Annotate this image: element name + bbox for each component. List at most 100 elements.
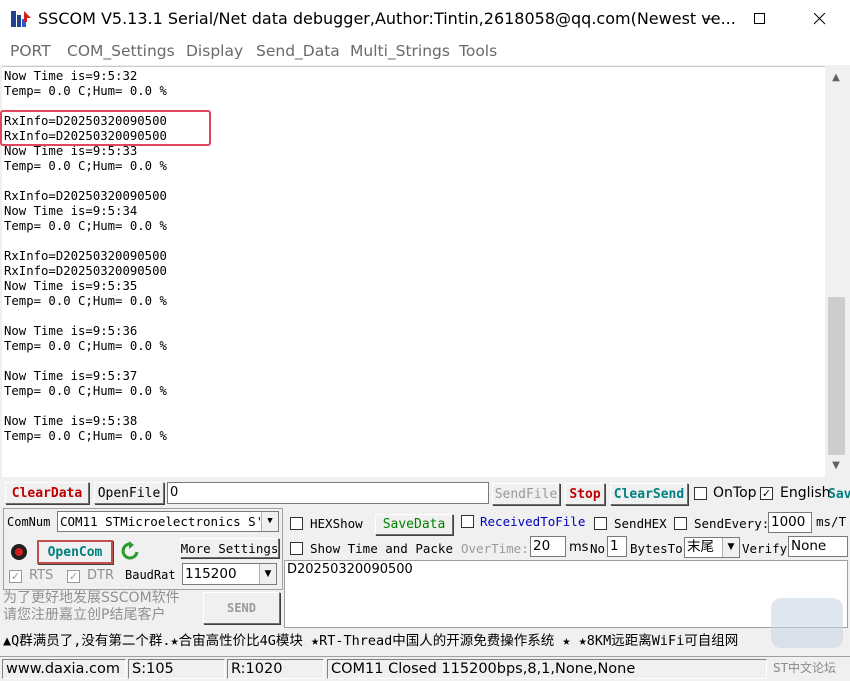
receive-line: Now Time is=9:5:34 <box>4 204 138 218</box>
close-button[interactable] <box>792 0 848 38</box>
receive-line: Temp= 0.0 C;Hum= 0.0 % <box>4 339 167 353</box>
app-logo-icon <box>11 11 31 27</box>
no-label: No <box>590 541 606 556</box>
save-data-button[interactable]: SaveData <box>375 514 453 535</box>
promo-text[interactable]: 为了更好地发展SSCOM软件 请您注册嘉立创P结尾客户 <box>3 590 199 626</box>
bytes-to-select[interactable]: 末尾 ▼ <box>684 537 740 558</box>
news-ticker[interactable]: ▲Q群满员了,没有第二个群.★合宙高性价比4G模块 ★RT-Thread中国人的… <box>3 630 848 652</box>
receive-line: Temp= 0.0 C;Hum= 0.0 % <box>4 294 167 308</box>
baud-rate-value: 115200 <box>185 566 237 582</box>
send-hex-label: SendHEX <box>614 516 667 531</box>
bytes-to-label: BytesTo <box>630 541 683 556</box>
baud-label: BaudRat <box>125 568 176 582</box>
receive-line: Temp= 0.0 C;Hum= 0.0 % <box>4 384 167 398</box>
receive-line: Now Time is=9:5:35 <box>4 279 138 293</box>
title-bar[interactable]: SSCOM V5.13.1 Serial/Net data debugger,A… <box>0 0 850 38</box>
receive-line: Now Time is=9:5:36 <box>4 324 138 338</box>
clear-data-button[interactable]: ClearData <box>5 482 89 504</box>
status-bar: www.daxia.com S:105 R:1020 COM11 Closed … <box>0 656 850 681</box>
menu-send-data[interactable]: Send_Data <box>256 42 340 60</box>
send-every-label: SendEvery: <box>694 516 770 531</box>
chevron-down-icon: ▼ <box>259 564 276 584</box>
comnum-label: ComNum <box>7 515 51 529</box>
sent-count: S:105 <box>128 659 225 679</box>
received-count: R:1020 <box>227 659 324 679</box>
stop-button[interactable]: Stop <box>565 483 605 505</box>
send-every-input[interactable]: 1000 <box>768 512 812 533</box>
menu-multi-strings[interactable]: Multi_Strings <box>350 42 450 60</box>
receive-line: Temp= 0.0 C;Hum= 0.0 % <box>4 159 167 173</box>
open-com-button[interactable]: OpenCom <box>37 540 113 564</box>
bytes-to-value: 末尾 <box>687 539 714 555</box>
highlight-annotation <box>0 110 211 146</box>
english-label: English <box>780 485 831 501</box>
hex-show-label: HEXShow <box>310 516 363 531</box>
file-path-input[interactable]: 0 <box>167 482 489 504</box>
more-settings-button[interactable]: More Settings <box>180 538 279 558</box>
refresh-icon[interactable] <box>120 541 140 563</box>
minimize-icon <box>704 18 715 20</box>
rts-label: RTS <box>29 568 54 583</box>
show-time-label: Show Time and Packe <box>310 541 453 556</box>
send-file-button[interactable]: SendFile <box>492 483 560 505</box>
promo-line-2: 请您注册嘉立创P结尾客户 <box>3 607 166 623</box>
menu-bar: PORT COM_Settings Display Send_Data Mult… <box>0 38 850 65</box>
maximize-button[interactable] <box>732 0 788 38</box>
scroll-thumb[interactable] <box>828 297 845 455</box>
menu-display[interactable]: Display <box>186 42 243 60</box>
scroll-down-icon[interactable]: ▼ <box>825 456 847 474</box>
minimize-button[interactable] <box>682 0 738 38</box>
receive-line: Temp= 0.0 C;Hum= 0.0 % <box>4 84 167 98</box>
ms-per-time-label: ms/T <box>816 514 847 529</box>
receive-line: Now Time is=9:5:38 <box>4 414 138 428</box>
overtime-label: OverTime: <box>461 541 529 556</box>
port-status-text: COM11 Closed 115200bps,8,1,None,None <box>327 659 767 679</box>
baud-rate-select[interactable]: 115200 ▼ <box>182 563 277 585</box>
close-icon <box>814 13 826 25</box>
window-title: SSCOM V5.13.1 Serial/Net data debugger,A… <box>38 9 736 28</box>
send-hex-checkbox[interactable] <box>594 517 607 530</box>
menu-com-settings[interactable]: COM_Settings <box>67 42 175 60</box>
verify-select[interactable]: None <box>788 536 848 557</box>
receive-line: RxInfo=D20250320090500 <box>4 249 167 263</box>
comnum-value: COM11 STMicroelectronics S' <box>60 514 264 529</box>
chevron-down-icon: ▼ <box>261 512 278 531</box>
scroll-up-icon[interactable]: ▲ <box>825 68 847 86</box>
receive-line: Now Time is=9:5:37 <box>4 369 138 383</box>
hex-show-checkbox[interactable] <box>290 517 303 530</box>
received-to-file-checkbox[interactable] <box>461 515 474 528</box>
clear-send-button[interactable]: ClearSend <box>610 483 688 505</box>
port-status-led-icon <box>11 544 27 560</box>
watermark-text: ST中文论坛 <box>773 661 836 675</box>
website-link[interactable]: www.daxia.com <box>2 659 126 679</box>
receive-line: RxInfo=D20250320090500 <box>4 189 167 203</box>
overtime-input[interactable]: 20 <box>530 536 566 557</box>
received-to-file-label: ReceivedToFile <box>480 514 586 529</box>
save-button-cut[interactable]: Sav <box>828 487 850 502</box>
english-checkbox[interactable]: ✓ <box>760 487 773 500</box>
maximize-icon <box>754 13 765 24</box>
ms-label: ms <box>569 540 589 555</box>
on-top-checkbox[interactable] <box>694 487 707 500</box>
comnum-select[interactable]: COM11 STMicroelectronics S' ▼ <box>57 511 279 532</box>
no-input[interactable]: 1 <box>607 536 627 557</box>
receive-line: Now Time is=9:5:33 <box>4 144 138 158</box>
open-file-button[interactable]: OpenFile <box>94 482 164 504</box>
rts-checkbox[interactable]: ✓ <box>9 570 22 583</box>
send-button[interactable]: SEND <box>203 592 280 624</box>
receive-line: Now Time is=9:5:32 <box>4 69 138 83</box>
send-every-checkbox[interactable] <box>674 517 687 530</box>
receive-line: Temp= 0.0 C;Hum= 0.0 % <box>4 429 167 443</box>
receive-line: Temp= 0.0 C;Hum= 0.0 % <box>4 219 167 233</box>
menu-port[interactable]: PORT <box>10 42 51 60</box>
verify-label: Verify <box>742 541 788 556</box>
send-text-input[interactable]: D20250320090500 <box>284 560 848 628</box>
show-time-checkbox[interactable] <box>290 542 303 555</box>
on-top-label: OnTop <box>713 485 757 501</box>
chevron-down-icon: ▼ <box>722 538 739 557</box>
dtr-checkbox[interactable]: ✓ <box>67 570 80 583</box>
receive-line: RxInfo=D20250320090500 <box>4 264 167 278</box>
dtr-label: DTR <box>87 568 114 583</box>
promo-line-1: 为了更好地发展SSCOM软件 <box>3 590 180 606</box>
menu-tools[interactable]: Tools <box>459 42 497 60</box>
